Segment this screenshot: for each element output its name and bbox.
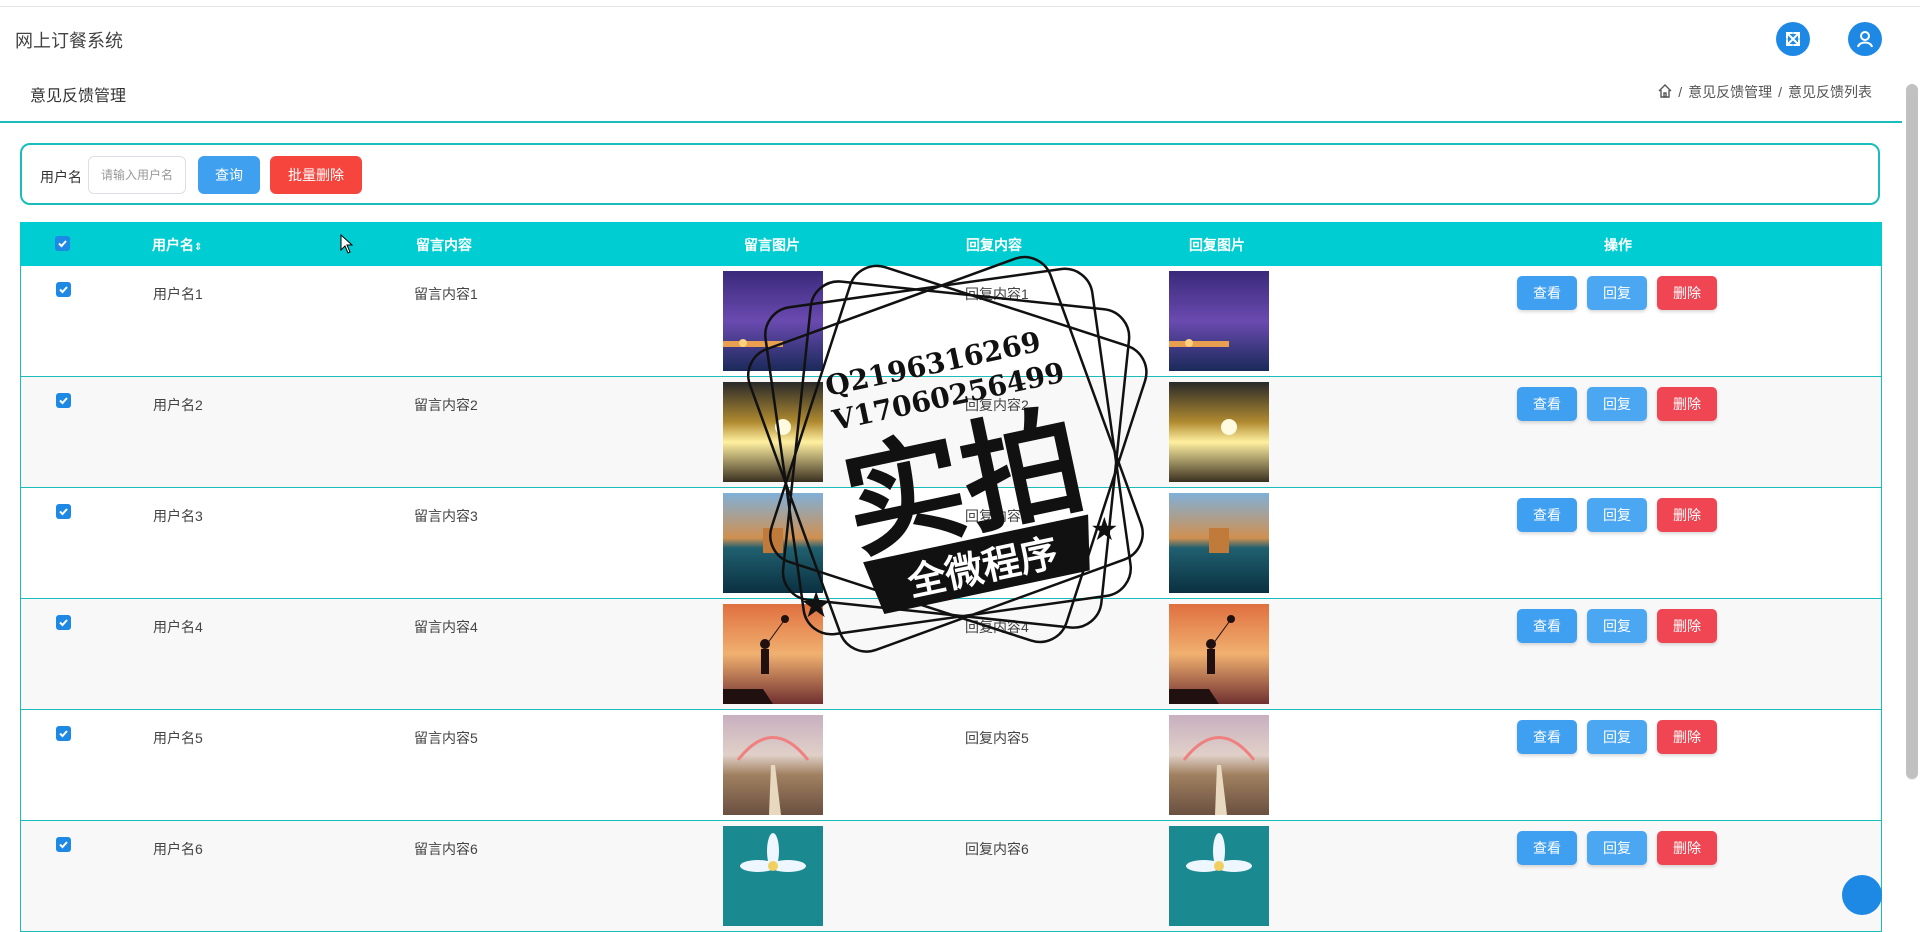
reply-button[interactable]: 回复 — [1587, 498, 1647, 532]
header-reply-image: 回复图片 — [1189, 237, 1245, 253]
table-body: 用户名1 留言内容1 回复内容1 查看 回复 删除 用户名2 留言内容2 回复内… — [20, 266, 1882, 932]
delete-button[interactable]: 删除 — [1657, 387, 1717, 421]
table-row: 用户名3 留言内容3 回复内容3 查看 回复 删除 — [20, 488, 1882, 599]
row-checkbox[interactable] — [56, 837, 71, 852]
row-checkbox[interactable] — [56, 726, 71, 741]
row-actions: 查看 回复 删除 — [1517, 720, 1717, 754]
select-all-checkbox[interactable] — [55, 236, 70, 251]
header-message-image: 留言图片 — [744, 237, 800, 253]
cell-message: 留言内容2 — [414, 397, 478, 413]
cell-username: 用户名1 — [153, 286, 203, 302]
row-checkbox[interactable] — [56, 504, 71, 519]
view-button[interactable]: 查看 — [1517, 609, 1577, 643]
table-row: 用户名1 留言内容1 回复内容1 查看 回复 删除 — [20, 266, 1882, 377]
reply-button[interactable]: 回复 — [1587, 609, 1647, 643]
view-button[interactable]: 查看 — [1517, 387, 1577, 421]
view-button[interactable]: 查看 — [1517, 720, 1577, 754]
table-row: 用户名4 留言内容4 回复内容4 查看 回复 删除 — [20, 599, 1882, 710]
cell-username: 用户名5 — [153, 730, 203, 746]
row-checkbox[interactable] — [56, 393, 71, 408]
header-message-content: 留言内容 — [416, 237, 472, 253]
cell-reply: 回复内容1 — [965, 286, 1029, 302]
delete-button[interactable]: 删除 — [1657, 498, 1717, 532]
row-checkbox[interactable] — [56, 615, 71, 630]
row-actions: 查看 回复 删除 — [1517, 609, 1717, 643]
message-image[interactable] — [723, 715, 823, 815]
table-row: 用户名6 留言内容6 回复内容6 查看 回复 删除 — [20, 821, 1882, 932]
cell-message: 留言内容1 — [414, 286, 478, 302]
sort-icon[interactable]: ⇕ — [194, 242, 202, 253]
app-title: 网上订餐系统 — [15, 31, 123, 51]
message-image[interactable] — [723, 382, 823, 482]
top-right-toolbar — [1776, 22, 1882, 56]
table-header: 用户名⇕ 留言内容 留言图片 回复内容 回复图片 操作 — [20, 222, 1882, 266]
query-button[interactable]: 查询 — [198, 156, 260, 194]
row-actions: 查看 回复 删除 — [1517, 387, 1717, 421]
reply-button[interactable]: 回复 — [1587, 387, 1647, 421]
reply-image[interactable] — [1169, 382, 1269, 482]
cell-reply: 回复内容2 — [965, 397, 1029, 413]
view-button[interactable]: 查看 — [1517, 498, 1577, 532]
cell-message: 留言内容3 — [414, 508, 478, 524]
delete-button[interactable]: 删除 — [1657, 720, 1717, 754]
message-image[interactable] — [723, 271, 823, 371]
back-to-top-button[interactable] — [1842, 875, 1882, 915]
batch-delete-button[interactable]: 批量删除 — [270, 156, 362, 194]
cell-username: 用户名4 — [153, 619, 203, 635]
delete-button[interactable]: 删除 — [1657, 609, 1717, 643]
feedback-table: 用户名⇕ 留言内容 留言图片 回复内容 回复图片 操作 用户名1 留言内容1 回… — [20, 222, 1882, 932]
cell-username: 用户名6 — [153, 841, 203, 857]
reply-image[interactable] — [1169, 493, 1269, 593]
top-border — [0, 0, 1920, 7]
reply-button[interactable]: 回复 — [1587, 276, 1647, 310]
reply-image[interactable] — [1169, 826, 1269, 926]
delete-button[interactable]: 删除 — [1657, 831, 1717, 865]
table-row: 用户名5 留言内容5 回复内容5 查看 回复 删除 — [20, 710, 1882, 821]
breadcrumb: / 意见反馈管理 / 意见反馈列表 — [1658, 82, 1872, 102]
row-actions: 查看 回复 删除 — [1517, 831, 1717, 865]
search-label: 用户名 — [40, 169, 82, 185]
view-button[interactable]: 查看 — [1517, 831, 1577, 865]
reply-image[interactable] — [1169, 715, 1269, 815]
username-search-input[interactable] — [88, 156, 186, 194]
home-icon[interactable] — [1658, 83, 1672, 101]
header-reply-content: 回复内容 — [966, 237, 1022, 253]
reply-button[interactable]: 回复 — [1587, 831, 1647, 865]
header-actions: 操作 — [1604, 237, 1632, 253]
header-username[interactable]: 用户名⇕ — [152, 235, 202, 255]
user-icon[interactable] — [1848, 22, 1882, 56]
cell-username: 用户名3 — [153, 508, 203, 524]
cell-reply: 回复内容3 — [965, 508, 1029, 524]
row-actions: 查看 回复 删除 — [1517, 276, 1717, 310]
reply-image[interactable] — [1169, 604, 1269, 704]
cell-message: 留言内容5 — [414, 730, 478, 746]
page-title: 意见反馈管理 — [30, 88, 127, 105]
reply-button[interactable]: 回复 — [1587, 720, 1647, 754]
row-actions: 查看 回复 删除 — [1517, 498, 1717, 532]
cell-username: 用户名2 — [153, 397, 203, 413]
scrollbar-thumb[interactable] — [1906, 84, 1918, 779]
row-checkbox[interactable] — [56, 282, 71, 297]
message-image[interactable] — [723, 493, 823, 593]
cell-reply: 回复内容4 — [965, 619, 1029, 635]
message-image[interactable] — [723, 826, 823, 926]
message-image[interactable] — [723, 604, 823, 704]
view-button[interactable]: 查看 — [1517, 276, 1577, 310]
breadcrumb-sep: / — [1778, 84, 1782, 100]
delete-button[interactable]: 删除 — [1657, 276, 1717, 310]
breadcrumb-sep: / — [1678, 84, 1683, 100]
cell-message: 留言内容6 — [414, 841, 478, 857]
reply-image[interactable] — [1169, 271, 1269, 371]
cell-message: 留言内容4 — [414, 619, 478, 635]
page-header: 意见反馈管理 / 意见反馈管理 / 意见反馈列表 — [0, 70, 1902, 123]
search-bar: 用户名 查询 批量删除 — [20, 143, 1880, 205]
breadcrumb-item-feedback-management[interactable]: 意见反馈管理 — [1688, 82, 1772, 102]
fullscreen-icon[interactable] — [1776, 22, 1810, 56]
breadcrumb-item-feedback-list: 意见反馈列表 — [1788, 84, 1872, 100]
mouse-cursor-icon — [340, 234, 354, 254]
cell-reply: 回复内容5 — [965, 730, 1029, 746]
table-row: 用户名2 留言内容2 回复内容2 查看 回复 删除 — [20, 377, 1882, 488]
page-scrollbar[interactable] — [1906, 84, 1918, 780]
cell-reply: 回复内容6 — [965, 841, 1029, 857]
